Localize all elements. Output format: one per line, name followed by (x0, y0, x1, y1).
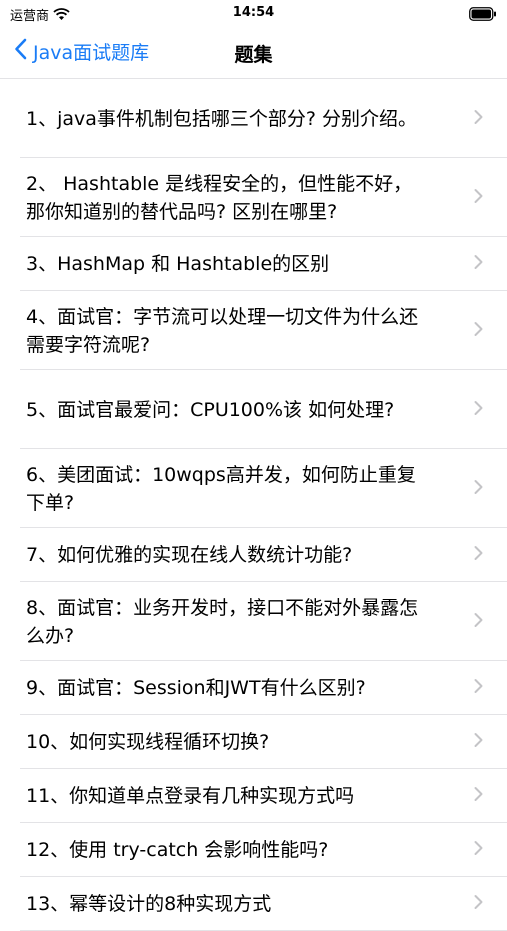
question-list: 1、java事件机制包括哪三个部分? 分别介绍。 2、 Hashtable 是线… (0, 79, 507, 931)
chevron-right-icon (474, 400, 483, 419)
list-item-label: 12、使用 try-catch 会影响性能吗? (26, 839, 329, 861)
list-item[interactable]: 10、如何实现线程循环切换? (0, 715, 507, 769)
list-item[interactable]: 3、HashMap 和 Hashtable的区别 (0, 237, 507, 291)
status-bar: 运营商 14:54 (0, 0, 507, 28)
list-item[interactable]: 13、幂等设计的8种实现方式 (0, 877, 507, 931)
page-title: 题集 (234, 44, 273, 66)
list-item[interactable]: 1、java事件机制包括哪三个部分? 分别介绍。 (0, 79, 507, 158)
list-item-label: 3、HashMap 和 Hashtable的区别 (26, 253, 330, 275)
list-item-label: 11、你知道单点登录有几种实现方式吗 (26, 785, 355, 807)
chevron-right-icon (474, 679, 483, 698)
list-item[interactable]: 12、使用 try-catch 会影响性能吗? (0, 823, 507, 877)
list-item-label: 8、面试官：业务开发时，接口不能对外暴露怎么办? (26, 596, 419, 647)
list-item[interactable]: 5、面试官最爱问：CPU100%该 如何处理? (0, 370, 507, 449)
chevron-right-icon (474, 546, 483, 565)
list-item[interactable]: 11、你知道单点登录有几种实现方式吗 (0, 769, 507, 823)
list-item-label: 4、面试官：字节流可以处理一切文件为什么还需要字符流呢? (26, 305, 419, 356)
list-item[interactable]: 9、面试官：Session和JWT有什么区别? (0, 661, 507, 715)
list-item-label: 1、java事件机制包括哪三个部分? 分别介绍。 (26, 107, 418, 130)
list-item-label: 5、面试官最爱问：CPU100%该 如何处理? (26, 398, 395, 421)
list-item-label: 6、美团面试：10wqps高并发，如何防止重复下单? (26, 463, 416, 514)
chevron-right-icon (474, 255, 483, 274)
chevron-right-icon (474, 321, 483, 340)
list-item-label: 2、 Hashtable 是线程安全的，但性能不好，那你知道别的替代品吗? 区别… (26, 172, 413, 223)
status-time: 14:54 (232, 5, 275, 20)
list-item[interactable]: 8、面试官：业务开发时，接口不能对外暴露怎么办? (0, 582, 507, 661)
chevron-right-icon (474, 188, 483, 207)
navigation-bar: Java面试题库 题集 (0, 28, 507, 79)
list-item[interactable]: 6、美团面试：10wqps高并发，如何防止重复下单? (0, 449, 507, 528)
list-item-label: 10、如何实现线程循环切换? (26, 731, 270, 753)
chevron-right-icon (474, 612, 483, 631)
list-item[interactable]: 7、如何优雅的实现在线人数统计功能? (0, 528, 507, 582)
chevron-right-icon (474, 733, 483, 752)
chevron-right-icon (474, 479, 483, 498)
chevron-right-icon (474, 787, 483, 806)
list-item[interactable]: 2、 Hashtable 是线程安全的，但性能不好，那你知道别的替代品吗? 区别… (0, 158, 507, 237)
chevron-right-icon (474, 895, 483, 914)
chevron-right-icon (474, 841, 483, 860)
list-item-label: 9、面试官：Session和JWT有什么区别? (26, 677, 366, 699)
list-item[interactable]: 4、面试官：字节流可以处理一切文件为什么还需要字符流呢? (0, 291, 507, 370)
chevron-right-icon (474, 109, 483, 128)
list-item-label: 7、如何优雅的实现在线人数统计功能? (26, 544, 353, 566)
list-item-label: 13、幂等设计的8种实现方式 (26, 893, 272, 915)
battery-icon (469, 6, 497, 25)
